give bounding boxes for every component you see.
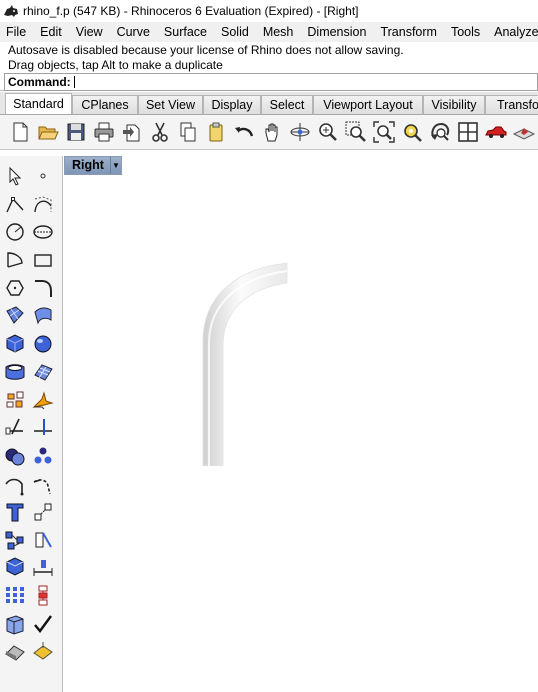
pan-icon[interactable] — [260, 120, 284, 144]
menu-solid[interactable]: Solid — [214, 22, 256, 42]
toolbar-tabs: Standard CPlanes Set View Display Select… — [0, 92, 538, 115]
cut-icon[interactable] — [148, 120, 172, 144]
tab-standard[interactable]: Standard — [5, 93, 72, 114]
join-icon[interactable] — [32, 389, 54, 411]
menu-analyze[interactable]: Analyze — [487, 22, 538, 42]
move-icon[interactable] — [32, 501, 54, 523]
tab-visibility[interactable]: Visibility — [423, 95, 485, 114]
menu-view[interactable]: View — [69, 22, 110, 42]
blend-icon[interactable] — [32, 474, 54, 496]
menu-bar: File Edit View Curve Surface Solid Mesh … — [0, 22, 538, 43]
right-viewport[interactable]: Right ▼ — [64, 156, 538, 692]
zoom-selected-icon[interactable] — [400, 120, 424, 144]
tab-cplanes[interactable]: CPlanes — [72, 95, 138, 114]
arc-icon[interactable] — [4, 249, 26, 271]
tab-transform[interactable]: Transfor — [485, 95, 538, 114]
rectangle-icon[interactable] — [32, 249, 54, 271]
boolean-union-icon[interactable] — [4, 445, 26, 467]
offset-icon[interactable] — [4, 474, 26, 496]
zoom-icon[interactable] — [316, 120, 340, 144]
print-icon[interactable] — [92, 120, 116, 144]
shade-icon[interactable] — [4, 640, 26, 662]
open-icon[interactable] — [36, 120, 60, 144]
command-label: Command: — [8, 75, 71, 89]
tab-set-view[interactable]: Set View — [138, 95, 203, 114]
viewport-name: Right — [72, 158, 104, 172]
point-icon[interactable] — [32, 165, 54, 187]
window-title: rhino_f.p (547 KB) - Rhinoceros 6 Evalua… — [23, 4, 359, 18]
menu-curve[interactable]: Curve — [110, 22, 157, 42]
title-bar: rhino_f.p (547 KB) - Rhinoceros 6 Evalua… — [0, 0, 538, 22]
history-icon[interactable] — [32, 584, 54, 606]
tab-display[interactable]: Display — [203, 95, 261, 114]
command-area: Autosave is disabled because your licens… — [0, 42, 538, 91]
grid-array-icon[interactable] — [4, 584, 26, 606]
standard-toolbar — [0, 115, 538, 150]
viewport-title-tab[interactable]: Right ▼ — [64, 156, 122, 175]
loft-surface-icon[interactable] — [32, 304, 54, 326]
rhino-icon[interactable] — [3, 3, 19, 19]
menu-tools[interactable]: Tools — [444, 22, 487, 42]
four-viewports-icon[interactable] — [456, 120, 480, 144]
command-history-line: Autosave is disabled because your licens… — [8, 43, 404, 57]
text-caret — [73, 76, 75, 88]
menu-file[interactable]: File — [0, 22, 33, 42]
menu-transform[interactable]: Transform — [373, 22, 444, 42]
paste-icon[interactable] — [204, 120, 228, 144]
fillet-icon[interactable] — [32, 277, 54, 299]
menu-dimension[interactable]: Dimension — [300, 22, 373, 42]
circle-icon[interactable] — [4, 221, 26, 243]
surface-icon[interactable] — [4, 304, 26, 326]
tab-viewport-layout[interactable]: Viewport Layout — [313, 95, 423, 114]
block-icon[interactable] — [4, 556, 26, 578]
curved-pipe-model[interactable] — [201, 261, 291, 467]
box-icon[interactable] — [4, 332, 26, 354]
render-icon[interactable] — [32, 640, 54, 662]
tab-select[interactable]: Select — [261, 95, 313, 114]
extrude-icon[interactable] — [4, 361, 26, 383]
mesh-surface-icon[interactable] — [32, 361, 54, 383]
new-icon[interactable] — [8, 120, 32, 144]
rotate-3d-icon[interactable] — [428, 120, 452, 144]
command-input[interactable]: Command: — [4, 73, 538, 91]
copy-icon[interactable] — [176, 120, 200, 144]
group-icon[interactable] — [32, 445, 54, 467]
polygon-icon[interactable] — [4, 277, 26, 299]
dimension-icon[interactable] — [32, 556, 54, 578]
text-icon[interactable] — [4, 501, 26, 523]
menu-mesh[interactable]: Mesh — [256, 22, 301, 42]
trim-icon[interactable] — [4, 416, 26, 438]
ellipse-icon[interactable] — [32, 221, 54, 243]
chevron-down-icon[interactable]: ▼ — [109, 157, 121, 174]
sphere-icon[interactable] — [32, 332, 54, 354]
zoom-window-icon[interactable] — [344, 120, 368, 144]
render-preview-icon[interactable] — [512, 120, 536, 144]
menu-surface[interactable]: Surface — [157, 22, 214, 42]
import-icon[interactable] — [120, 120, 144, 144]
explode-icon[interactable] — [4, 389, 26, 411]
save-icon[interactable] — [64, 120, 88, 144]
left-toolbar — [0, 156, 63, 692]
polyline-icon[interactable] — [4, 194, 26, 216]
split-icon[interactable] — [32, 416, 54, 438]
layer-icon[interactable] — [4, 613, 26, 635]
check-icon[interactable] — [32, 613, 54, 635]
array-icon[interactable] — [4, 529, 26, 551]
select-arrow-icon[interactable] — [4, 165, 26, 187]
rotate-view-icon[interactable] — [288, 120, 312, 144]
align-icon[interactable] — [32, 529, 54, 551]
curve-icon[interactable] — [32, 194, 54, 216]
zoom-extents-icon[interactable] — [372, 120, 396, 144]
undo-icon[interactable] — [232, 120, 256, 144]
menu-edit[interactable]: Edit — [33, 22, 69, 42]
command-history-line: Drag objects, tap Alt to make a duplicat… — [8, 58, 223, 72]
car-icon[interactable] — [484, 120, 508, 144]
